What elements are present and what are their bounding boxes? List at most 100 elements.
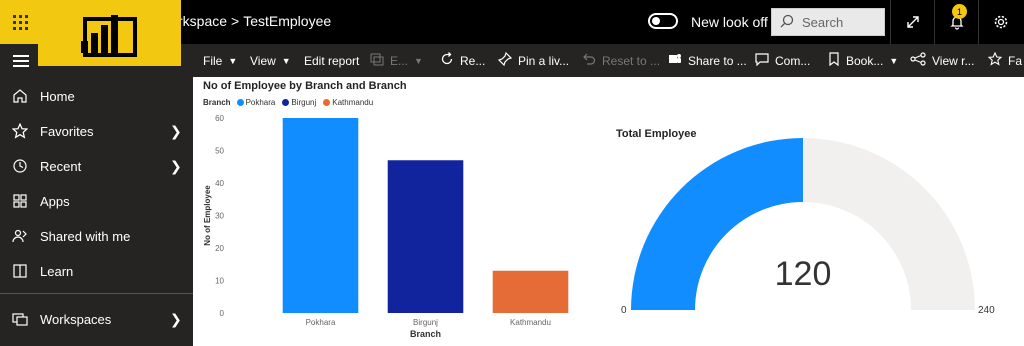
gauge-chart: [631, 138, 975, 310]
shared-icon: [12, 228, 28, 244]
edit-report-button[interactable]: Edit report: [304, 44, 359, 77]
y-tick-label: 40: [215, 179, 224, 188]
gauge-min-label: 0: [621, 305, 627, 316]
hamburger-menu-icon[interactable]: [13, 55, 29, 70]
nav-item-label: Recent: [40, 158, 82, 174]
related-icon: [910, 52, 926, 69]
chevron-down-icon: ▼: [228, 55, 238, 66]
file-menu[interactable]: File ▼: [203, 44, 237, 77]
search-placeholder: Search: [802, 14, 844, 30]
x-tick-label: Pokhara: [306, 318, 336, 327]
breadcrumb: rkspace > TestEmployee: [178, 13, 331, 29]
home-icon: [12, 88, 28, 104]
bookmark-icon: [828, 52, 840, 69]
refresh-label: Re...: [460, 53, 486, 68]
nav-item-favorites[interactable]: Favorites ❯: [0, 114, 193, 148]
favorite-button[interactable]: Fa: [987, 44, 1023, 77]
nav-item-apps[interactable]: Apps: [0, 184, 193, 218]
search-box[interactable]: Search: [771, 8, 885, 36]
explore-label: E...: [390, 53, 409, 68]
chevron-down-icon: ▼: [281, 55, 291, 66]
search-icon: [780, 14, 794, 31]
y-axis-title: No of Employee: [203, 185, 212, 246]
nav-item-learn[interactable]: Learn: [0, 254, 193, 288]
y-tick-label: 20: [215, 244, 224, 253]
bar-kathmandu[interactable]: [492, 270, 569, 313]
nav-item-shared[interactable]: Shared with me: [0, 219, 193, 253]
nav-item-label: Shared with me: [40, 228, 131, 244]
x-tick-label: Birgunj: [413, 318, 438, 327]
app-launcher-icon[interactable]: [0, 0, 40, 44]
view-menu-label: View: [250, 53, 276, 68]
clock-icon: [12, 158, 28, 174]
chevron-right-icon[interactable]: ❯: [170, 158, 182, 175]
teams-icon: [668, 52, 682, 69]
bookmarks-menu[interactable]: Book... ▼: [828, 44, 898, 77]
refresh-button[interactable]: Re...: [440, 44, 485, 77]
report-canvas: No of Employee by Branch and Branch Bran…: [193, 77, 1024, 346]
gauge-max-label: 240: [978, 305, 995, 316]
star-icon: [12, 123, 28, 139]
chevron-right-icon[interactable]: ❯: [170, 311, 182, 328]
nav-item-label: Home: [40, 88, 75, 104]
bar-birgunj[interactable]: [387, 160, 464, 313]
comment-button[interactable]: Com...: [755, 44, 810, 77]
pin-label: Pin a liv...: [518, 53, 570, 68]
chevron-down-icon: ▼: [889, 55, 899, 66]
favorite-label: Fa: [1008, 53, 1023, 68]
new-look-label: New look off: [691, 14, 768, 30]
apps-icon: [12, 193, 28, 209]
nav-item-label: Apps: [40, 193, 70, 209]
comment-icon: [755, 52, 769, 69]
new-look-toggle[interactable]: [648, 13, 678, 29]
reset-button[interactable]: Reset to ...: [582, 44, 660, 77]
expand-icon[interactable]: [890, 0, 934, 44]
reset-label: Reset to ...: [602, 53, 661, 68]
breadcrumb-separator: >: [231, 13, 240, 29]
breadcrumb-workspace[interactable]: rkspace: [178, 13, 227, 29]
star-icon: [987, 51, 1003, 69]
explore-icon: [370, 52, 384, 69]
y-tick-label: 0: [220, 309, 225, 318]
nav-item-recent[interactable]: Recent ❯: [0, 149, 193, 183]
nav-item-home[interactable]: Home: [0, 79, 193, 113]
y-tick-label: 50: [215, 147, 224, 156]
book-icon: [12, 263, 28, 279]
y-tick-label: 10: [215, 277, 224, 286]
chevron-right-icon[interactable]: ❯: [170, 123, 182, 140]
refresh-icon: [440, 52, 454, 69]
breadcrumb-report[interactable]: TestEmployee: [243, 13, 331, 29]
y-tick-label: 30: [215, 212, 224, 221]
nav-item-label: Learn: [40, 263, 74, 279]
file-menu-label: File: [203, 53, 223, 68]
undo-icon: [582, 52, 596, 69]
x-axis-title: Branch: [410, 329, 441, 339]
share-label: Share to ...: [688, 53, 747, 68]
bookmark-label: Book...: [846, 53, 884, 68]
pin-live-page-button[interactable]: Pin a liv...: [497, 44, 570, 77]
notification-badge: 1: [952, 4, 967, 19]
comment-label: Com...: [775, 53, 811, 68]
nav-divider: [0, 293, 193, 294]
pin-icon: [497, 51, 513, 69]
left-navigation: Home Favorites ❯ Recent ❯ Apps Shared wi…: [0, 44, 193, 346]
x-tick-label: Kathmandu: [510, 318, 551, 327]
view-related-button[interactable]: View r...: [910, 44, 974, 77]
workspaces-icon: [12, 311, 28, 327]
powerbi-logo[interactable]: [38, 0, 181, 66]
nav-item-label: Workspaces: [40, 311, 112, 327]
chevron-down-icon: ▼: [414, 55, 423, 66]
share-to-teams-button[interactable]: Share to ...: [668, 44, 747, 77]
settings-gear-icon[interactable]: [978, 0, 1022, 44]
powerbi-window: rkspace > TestEmployee New look off Search…: [0, 0, 1024, 346]
explore-menu[interactable]: E... ▼: [370, 44, 423, 77]
nav-item-label: Favorites: [40, 123, 94, 139]
y-tick-label: 60: [215, 114, 224, 123]
edit-report-label: Edit report: [304, 53, 360, 68]
bar-chart: 0 10 20 30 40 50 60 No of Employee Pokhara Birgun…: [203, 114, 569, 339]
gauge-value: 120: [774, 255, 832, 293]
view-related-label: View r...: [932, 53, 975, 68]
bar-pokhara[interactable]: [282, 118, 359, 313]
nav-item-workspaces[interactable]: Workspaces ❯: [0, 302, 193, 336]
view-menu[interactable]: View ▼: [250, 44, 291, 77]
